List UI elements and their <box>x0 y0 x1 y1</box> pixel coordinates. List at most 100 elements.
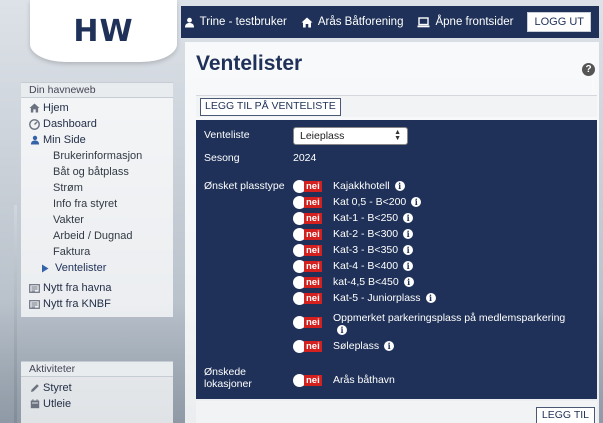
toggle-switch[interactable]: nei <box>293 196 323 209</box>
sidebar-item-styret[interactable]: Styret <box>29 380 72 396</box>
plasstype-name: Kat-1 - B<250 <box>333 212 399 224</box>
sidebar-item-label: Faktura <box>53 246 91 258</box>
help-icon[interactable]: ? <box>582 63 595 76</box>
club-name: Arås Båtforening <box>317 16 404 28</box>
sidebar-item-utleie[interactable]: Utleie <box>29 396 72 412</box>
newspaper-icon <box>29 283 40 294</box>
sidebar-item-label: Styret <box>43 382 72 394</box>
sidebar-item-brukerinformasjon[interactable]: Brukerinformasjon <box>29 148 142 164</box>
sidebar-item-dashboard[interactable]: Dashboard <box>29 116 142 132</box>
background-mast <box>14 205 17 423</box>
sidebar-item-arbeid-dugnad[interactable]: Arbeid / Dugnad <box>29 228 142 244</box>
plasstype-name: Kat-5 - Juniorplass <box>333 292 421 304</box>
sidebar-item-label: Brukerinformasjon <box>53 150 143 162</box>
sidebar-item-baat-og-baatplass[interactable]: Båt og båtplass <box>29 164 142 180</box>
arrow-right-icon <box>39 263 50 274</box>
toggle-switch[interactable]: nei <box>293 260 323 273</box>
plasstype-label-text: Kat-1 - B<250 i <box>333 212 414 224</box>
sidebar-item-nytt-fra-havna[interactable]: Nytt fra havna <box>29 280 142 296</box>
sidebar-item-label: Båt og båtplass <box>53 166 129 178</box>
sidebar-item-label: Arbeid / Dugnad <box>53 230 133 242</box>
plasstype-label-text: Kat-2 - B<300 i <box>333 228 414 240</box>
plasstype-label-text: kat-4,5 B<450 i <box>333 276 414 288</box>
logo[interactable]: HW <box>30 0 177 62</box>
toggle-state: nei <box>304 245 322 256</box>
user-name: Trine - testbruker <box>199 16 287 28</box>
sidebar-item-faktura[interactable]: Faktura <box>29 244 142 260</box>
info-icon[interactable]: i <box>403 277 414 288</box>
info-icon[interactable]: i <box>384 341 395 352</box>
info-icon[interactable]: i <box>403 229 414 240</box>
user-link[interactable]: Trine - testbruker <box>184 16 287 28</box>
toggle-switch[interactable]: nei <box>293 316 323 329</box>
sidebar-item-vakter[interactable]: Vakter <box>29 212 142 228</box>
sidebar-item-label: Nytt fra KNBF <box>43 298 111 310</box>
plasstype-label-text: Kajakkhotell i <box>333 180 405 192</box>
club-link[interactable]: Arås Båtforening <box>301 16 404 28</box>
venteliste-label: Venteliste <box>204 129 250 141</box>
plasstype-row: nei Søleplass i <box>293 340 395 353</box>
user-icon <box>184 17 195 28</box>
plasstype-row: nei Kat-2 - B<300 i <box>293 228 414 241</box>
info-icon[interactable]: i <box>394 181 405 192</box>
info-icon[interactable]: i <box>411 197 422 208</box>
plasstype-row: nei Oppmerket parkeringsplass på medlems… <box>293 312 578 336</box>
toggle-state: nei <box>304 181 322 192</box>
plasstype-row: nei kat-4,5 B<450 i <box>293 276 414 289</box>
frontpages-label: Åpne frontsider <box>435 16 514 28</box>
info-icon[interactable]: i <box>337 325 347 336</box>
sidebar-item-nytt-fra-knbf[interactable]: Nytt fra KNBF <box>29 296 142 312</box>
venteliste-selected-value: Leieplass <box>300 130 345 142</box>
sidebar-item-label: Nytt fra havna <box>43 282 112 294</box>
toggle-switch[interactable]: nei <box>293 340 323 353</box>
logout-button[interactable]: LOGG UT <box>527 12 591 32</box>
toggle-switch[interactable]: nei <box>293 180 323 193</box>
plasstype-name: Kat-3 - B<350 <box>333 244 399 256</box>
toggle-state: nei <box>304 293 322 304</box>
toggle-switch[interactable]: nei <box>293 228 323 241</box>
toggle-state: nei <box>304 229 322 240</box>
toggle-switch[interactable]: nei <box>293 374 323 387</box>
lokasjoner-label: Ønskede lokasjoner <box>204 366 252 390</box>
info-icon[interactable]: i <box>403 245 414 256</box>
sidebar-section-title: Aktiviteter <box>21 361 173 377</box>
toggle-switch[interactable]: nei <box>293 244 323 257</box>
frontpages-link[interactable]: Åpne frontsider <box>417 16 513 28</box>
sidebar-item-label: Strøm <box>53 182 83 194</box>
sidebar-item-label: Info fra styret <box>53 198 118 210</box>
add-button[interactable]: LEGG TIL <box>535 407 595 423</box>
sesong-label: Sesong <box>204 152 240 164</box>
toggle-state: nei <box>304 197 322 208</box>
toggle-switch[interactable]: nei <box>293 292 323 305</box>
plasstype-label-text: Oppmerket parkeringsplass på medlemspark… <box>333 312 578 336</box>
toggle-switch[interactable]: nei <box>293 212 323 225</box>
toggle-switch[interactable]: nei <box>293 276 323 289</box>
sidebar-nav: Hjem Dashboard Min Side Brukerinformasjo… <box>29 100 142 312</box>
home-icon <box>301 17 313 28</box>
plasstype-label-text: Kat 0,5 - B<200 i <box>333 196 422 208</box>
sidebar-item-ventelister[interactable]: Ventelister <box>29 260 142 276</box>
plasstype-name: kat-4,5 B<450 <box>333 276 399 288</box>
plasstype-label-text: Kat-4 - B<400 i <box>333 260 414 272</box>
sidebar-item-min-side[interactable]: Min Side <box>29 132 142 148</box>
lokasjon-name: Arås båthavn <box>333 374 395 386</box>
venteliste-select[interactable]: Leieplass ▲ ▼ <box>293 127 408 145</box>
info-icon[interactable]: i <box>403 261 414 272</box>
top-bar: Trine - testbruker Arås Båtforening Åpne… <box>181 6 599 38</box>
pencil-icon <box>29 383 40 394</box>
sidebar-item-label: Min Side <box>43 134 86 146</box>
info-icon[interactable]: i <box>403 213 414 224</box>
plasstype-label-text: Kat-3 - B<350 i <box>333 244 414 256</box>
sidebar-item-info-fra-styret[interactable]: Info fra styret <box>29 196 142 212</box>
toggle-state: nei <box>304 261 322 272</box>
sidebar-item-label: Dashboard <box>43 118 97 130</box>
sidebar-item-hjem[interactable]: Hjem <box>29 100 142 116</box>
user-icon <box>29 135 40 146</box>
sesong-value: 2024 <box>293 152 317 164</box>
add-to-waitlist-button[interactable]: LEGG TIL PÅ VENTELISTE <box>200 98 341 116</box>
info-icon[interactable]: i <box>425 293 436 304</box>
plasstype-name: Kajakkhotell <box>333 180 390 192</box>
lokasjoner-label-line: Ønskede <box>204 366 247 378</box>
sidebar-item-strom[interactable]: Strøm <box>29 180 142 196</box>
lokasjon-row: nei Arås båthavn <box>293 374 395 387</box>
